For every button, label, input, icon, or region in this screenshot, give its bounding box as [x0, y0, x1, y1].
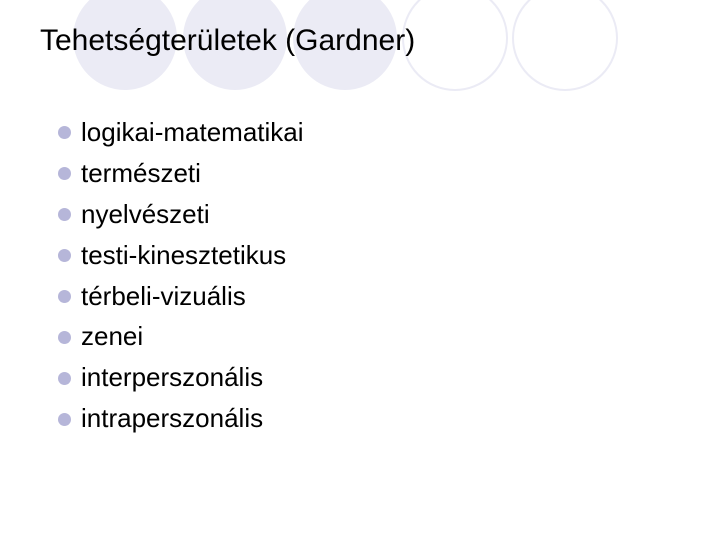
bullet-icon — [58, 208, 71, 221]
list-item-label: intraperszonális — [81, 404, 263, 434]
bullet-icon — [58, 126, 71, 139]
bullet-icon — [58, 290, 71, 303]
list-item-label: interperszonális — [81, 363, 263, 393]
list-item-label: természeti — [81, 159, 201, 189]
bullet-icon — [58, 331, 71, 344]
list-item: természeti — [58, 159, 304, 189]
bullet-icon — [58, 372, 71, 385]
list-item-label: térbeli-vizuális — [81, 282, 246, 312]
bullet-icon — [58, 413, 71, 426]
list-item: logikai-matematikai — [58, 118, 304, 148]
list-item-label: testi-kinesztetikus — [81, 241, 286, 271]
bullet-icon — [58, 249, 71, 262]
list-item: intraperszonális — [58, 404, 304, 434]
list-item-label: zenei — [81, 322, 143, 352]
slide-title: Tehetségterületek (Gardner) — [40, 24, 415, 58]
list-item: térbeli-vizuális — [58, 282, 304, 312]
list-item: interperszonális — [58, 363, 304, 393]
list-item-label: logikai-matematikai — [81, 118, 304, 148]
list-item: zenei — [58, 322, 304, 352]
bullet-icon — [58, 167, 71, 180]
list-item: nyelvészeti — [58, 200, 304, 230]
list-item-label: nyelvészeti — [81, 200, 210, 230]
bullet-list: logikai-matematikai természeti nyelvésze… — [58, 118, 304, 445]
list-item: testi-kinesztetikus — [58, 241, 304, 271]
